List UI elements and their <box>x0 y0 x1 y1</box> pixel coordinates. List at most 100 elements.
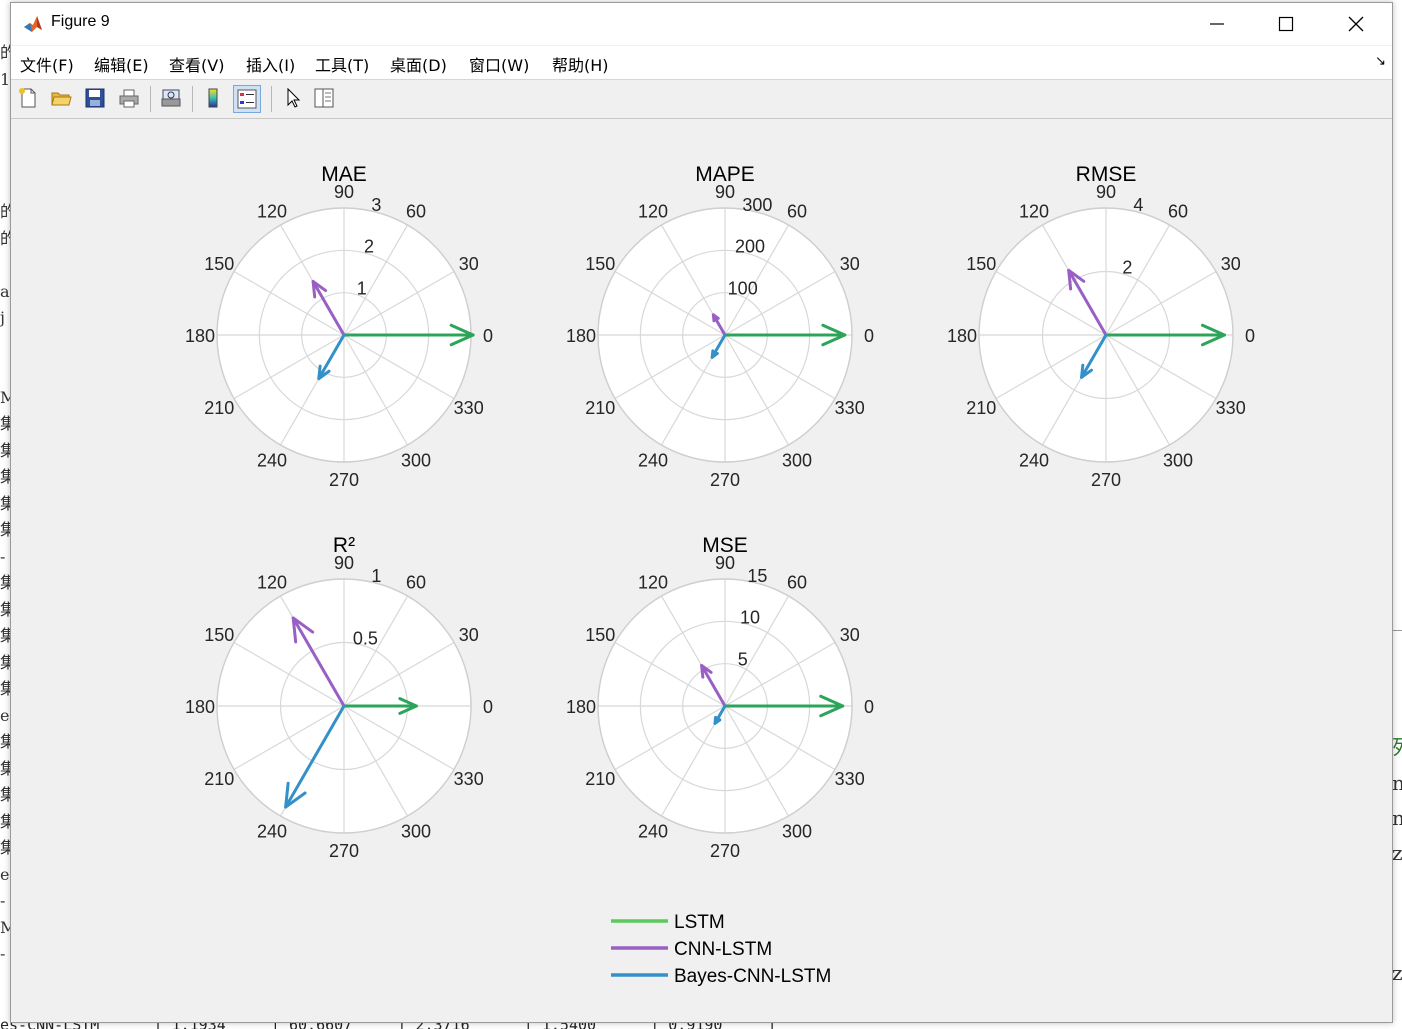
background-right-glyph: n <box>1392 771 1402 795</box>
polar-angle-tick-label: 60 <box>1168 201 1188 221</box>
polar-angle-tick-label: 60 <box>787 572 807 592</box>
close-button[interactable] <box>1321 3 1391 45</box>
maximize-button[interactable] <box>1251 3 1321 45</box>
menu-overflow-arrow-icon[interactable]: ↘ <box>1375 54 1386 69</box>
polar-chart-0: 1230306090120150180210240270300330MAE <box>185 163 493 490</box>
polar-angle-tick-label: 270 <box>329 470 359 490</box>
polar-angle-tick-label: 120 <box>638 572 668 592</box>
menu-view[interactable]: 查看(V) <box>169 52 224 76</box>
polar-angle-tick-label: 240 <box>638 822 668 842</box>
edit-plot-button[interactable] <box>279 85 305 111</box>
title-bar[interactable]: Figure 9 <box>11 3 1392 45</box>
polar-angle-tick-label: 0 <box>483 326 493 346</box>
polar-angle-tick-label: 150 <box>585 625 615 645</box>
polar-chart-3: 0.510306090120150180210240270300330R² <box>185 534 493 861</box>
polar-angle-tick-label: 120 <box>638 201 668 221</box>
polar-angle-tick-label: 60 <box>787 201 807 221</box>
open-file-button[interactable] <box>48 85 74 111</box>
polar-angle-tick-label: 120 <box>257 201 287 221</box>
polar-angle-tick-label: 60 <box>406 201 426 221</box>
new-figure-button[interactable] <box>15 85 41 111</box>
figure-window: Figure 9 文件(F) 编辑(E) 查看(V) 插入(I) 工具(T) 桌… <box>10 2 1393 1023</box>
polar-angle-tick-label: 270 <box>1091 470 1121 490</box>
polar-angle-tick-label: 180 <box>185 697 215 717</box>
polar-chart-2: 240306090120150180210240270300330RMSE <box>947 163 1255 490</box>
save-disk-icon <box>85 88 105 108</box>
print-preview-button[interactable] <box>158 85 184 111</box>
legend-label: Bayes-CNN-LSTM <box>674 966 831 987</box>
pointer-arrow-icon <box>287 87 301 108</box>
menu-help[interactable]: 帮助(H) <box>552 52 609 76</box>
insert-legend-button[interactable] <box>233 85 261 113</box>
polar-chart-title: R² <box>333 534 355 557</box>
polar-angle-tick-label: 270 <box>710 841 740 861</box>
polar-angle-tick-label: 150 <box>585 254 615 274</box>
menu-desktop[interactable]: 桌面(D) <box>390 52 447 76</box>
save-button[interactable] <box>82 85 108 111</box>
polar-angle-tick-label: 0 <box>864 326 874 346</box>
polar-chart-title: MSE <box>702 534 748 557</box>
polar-radius-tick-label: 100 <box>728 278 758 298</box>
polar-angle-tick-label: 210 <box>204 769 234 789</box>
background-right-glyph: 列 <box>1392 731 1402 760</box>
polar-angle-tick-label: 0 <box>1245 326 1255 346</box>
polar-radius-tick-label: 10 <box>740 608 760 628</box>
polar-angle-tick-label: 300 <box>401 451 431 471</box>
menu-window[interactable]: 窗口(W) <box>469 52 529 76</box>
polar-angle-tick-label: 240 <box>1019 451 1049 471</box>
figure-canvas: 1 2 3 0 30 60 90 120 150 180 210 240 270 300 330 MAE 100… <box>11 119 1392 1022</box>
polar-angle-tick-label: 210 <box>585 398 615 418</box>
polar-angle-tick-label: 210 <box>204 398 234 418</box>
background-right-glyph: z <box>1392 961 1402 985</box>
menu-insert[interactable]: 插入(I) <box>246 52 295 76</box>
maximize-icon <box>1278 16 1294 32</box>
polar-radius-tick-label: 300 <box>742 195 772 215</box>
property-editor-button[interactable] <box>311 85 337 111</box>
menu-file[interactable]: 文件(F) <box>20 52 74 76</box>
property-editor-icon <box>314 88 334 108</box>
polar-angle-tick-label: 270 <box>329 841 359 861</box>
menu-bar: 文件(F) 编辑(E) 查看(V) 插入(I) 工具(T) 桌面(D) 窗口(W… <box>11 46 1392 80</box>
polar-angle-tick-label: 330 <box>835 769 865 789</box>
polar-angle-tick-label: 30 <box>840 254 860 274</box>
polar-angle-tick-label: 240 <box>257 822 287 842</box>
insert-colorbar-button[interactable] <box>200 85 226 111</box>
polar-angle-tick-label: 120 <box>1019 201 1049 221</box>
background-right-glyph: z <box>1392 841 1402 865</box>
toolbar-separator <box>271 86 272 112</box>
minimize-icon <box>1210 23 1224 25</box>
polar-radius-tick-label: 1 <box>371 566 381 586</box>
printer-icon <box>119 89 139 108</box>
menu-tools[interactable]: 工具(T) <box>315 52 369 76</box>
polar-angle-tick-label: 300 <box>401 822 431 842</box>
polar-angle-tick-label: 30 <box>840 625 860 645</box>
polar-radius-tick-label: 2 <box>1122 257 1132 277</box>
polar-angle-tick-label: 120 <box>257 572 287 592</box>
polar-chart-title: MAPE <box>695 163 755 186</box>
matlab-logo-icon <box>23 14 43 34</box>
polar-angle-tick-label: 330 <box>1216 398 1246 418</box>
menu-edit[interactable]: 编辑(E) <box>94 52 149 76</box>
polar-angle-tick-label: 180 <box>566 326 596 346</box>
open-folder-icon <box>51 92 72 106</box>
polar-radius-tick-label: 200 <box>735 237 765 257</box>
polar-radius-tick-label: 4 <box>1133 195 1143 215</box>
polar-angle-tick-label: 150 <box>966 254 996 274</box>
polar-angle-tick-label: 30 <box>1221 254 1241 274</box>
chart-legend: LSTM CNN-LSTM Bayes-CNN-LSTM <box>611 912 831 987</box>
polar-angle-tick-label: 210 <box>585 769 615 789</box>
polar-angle-tick-label: 300 <box>782 451 812 471</box>
polar-angle-tick-label: 150 <box>204 625 234 645</box>
polar-radius-tick-label: 3 <box>371 195 381 215</box>
polar-chart-1: 1002003000306090120150180210240270300330… <box>566 163 874 490</box>
polar-angle-tick-label: 330 <box>454 398 484 418</box>
polar-angle-tick-label: 240 <box>257 451 287 471</box>
polar-angle-tick-label: 30 <box>459 625 479 645</box>
polar-angle-tick-label: 30 <box>459 254 479 274</box>
polar-radius-tick-label: 1 <box>357 278 367 298</box>
toolbar-separator <box>150 86 151 112</box>
polar-angle-tick-label: 300 <box>782 822 812 842</box>
polar-angle-tick-label: 270 <box>710 470 740 490</box>
minimize-button[interactable] <box>1182 3 1252 45</box>
print-button[interactable] <box>116 85 142 111</box>
